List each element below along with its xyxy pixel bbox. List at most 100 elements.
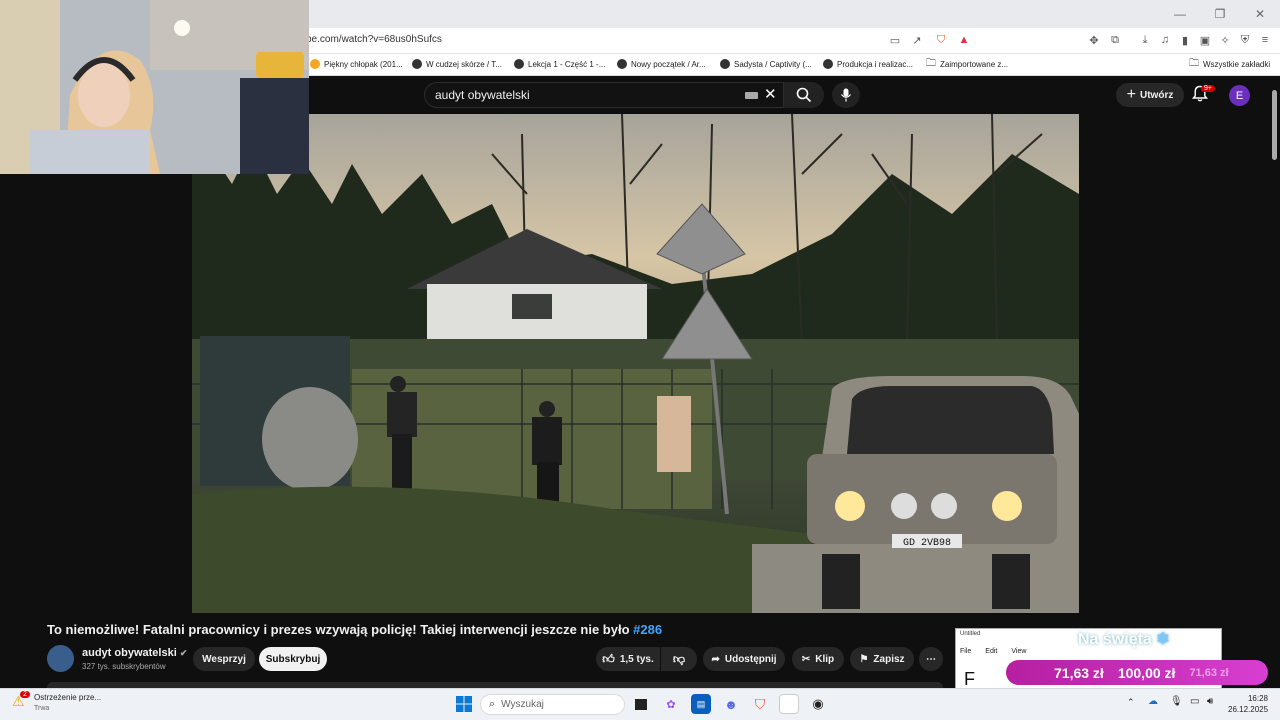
- search-button[interactable]: [784, 82, 824, 108]
- media-icon[interactable]: ♫: [1158, 33, 1172, 47]
- store-icon[interactable]: ▤: [691, 694, 711, 714]
- channel-avatar[interactable]: [47, 645, 74, 672]
- dislike-button[interactable]: 👎︎: [661, 647, 697, 671]
- bookmark-favicon-icon: [823, 59, 833, 69]
- bookmark-item[interactable]: Nowy początek / Ar...: [617, 57, 706, 71]
- microphone-icon: [841, 88, 851, 102]
- snowflake-icon: ❄: [1156, 631, 1170, 648]
- menu-file[interactable]: File: [960, 648, 971, 655]
- taskbar-search[interactable]: ⌕ Wyszukaj: [480, 694, 625, 715]
- minimize-button[interactable]: —: [1160, 0, 1200, 28]
- bookmark-favicon-icon: [617, 59, 627, 69]
- poster: [657, 396, 691, 472]
- share-button[interactable]: ➦ Udostępnij: [703, 647, 785, 671]
- subscribe-button[interactable]: Subskrybuj: [259, 647, 327, 671]
- download-icon[interactable]: ⤓: [1138, 33, 1152, 47]
- menu-icon[interactable]: ≡: [1258, 33, 1272, 47]
- network-icon[interactable]: ▭: [1190, 696, 1199, 707]
- video-player[interactable]: GD 2VB98: [192, 114, 1079, 613]
- leo-ai-icon[interactable]: ✧: [1218, 33, 1232, 47]
- license-plate-text: GD 2VB98: [903, 538, 951, 549]
- tray-chevron-icon[interactable]: ⌃: [1127, 697, 1135, 708]
- onedrive-icon[interactable]: ☁: [1148, 696, 1158, 707]
- cast-icon[interactable]: ▭: [888, 33, 902, 47]
- bookmark-favicon-icon: [514, 59, 524, 69]
- price-banner[interactable]: 71,63 zł 100,00 zł 71,63 zł: [1006, 660, 1268, 685]
- voice-search-button[interactable]: [832, 82, 860, 108]
- save-button[interactable]: ⚑ Zapisz: [850, 647, 914, 671]
- menu-edit[interactable]: Edit: [985, 648, 997, 655]
- channel-name[interactable]: audyt obywatelski ✔: [82, 647, 187, 659]
- webcam-overlay: [0, 0, 309, 174]
- popup-title: Untitled: [960, 631, 981, 637]
- maximize-button[interactable]: ❐: [1200, 0, 1240, 28]
- boulder: [262, 387, 358, 491]
- brave-rewards-icon[interactable]: ▲: [957, 33, 971, 47]
- support-button[interactable]: Wesprzyj: [193, 647, 255, 671]
- menu-view[interactable]: View: [1011, 648, 1026, 655]
- sidebar-icon[interactable]: ▮: [1178, 33, 1192, 47]
- verified-check-icon: ✔: [179, 648, 188, 658]
- search-icon: ⌕: [489, 698, 496, 710]
- bookmark-item[interactable]: Piękny chłopak (201...: [310, 57, 403, 71]
- hashtag-link[interactable]: #286: [633, 622, 662, 637]
- account-avatar[interactable]: E: [1229, 85, 1250, 106]
- like-button[interactable]: 👍︎ 1,5 tys.: [596, 647, 660, 671]
- more-actions-button[interactable]: ⋯: [919, 647, 943, 671]
- bookmark-icon: ⚑: [859, 653, 869, 665]
- price-new: 71,63 zł: [1054, 664, 1104, 681]
- share-arrow-icon: ➦: [711, 653, 720, 665]
- url-field[interactable]: be.com/watch?v=68us0hSufcs: [306, 34, 442, 45]
- price-ghost: 71,63 zł: [1189, 666, 1229, 679]
- plus-icon: +: [1126, 86, 1136, 103]
- mic-tray-icon[interactable]: 🎙︎: [1170, 696, 1183, 707]
- clip-button[interactable]: ✂ Klip: [792, 647, 844, 671]
- obs-icon[interactable]: ◉: [808, 694, 828, 714]
- vpn-icon[interactable]: ⛨: [1238, 33, 1252, 47]
- grass-slope: [192, 486, 812, 613]
- bookmark-item[interactable]: Sadysta / Captivity (...: [720, 57, 812, 71]
- copilot-icon[interactable]: ✿: [661, 694, 681, 714]
- clock-date[interactable]: 26.12.2025: [1228, 705, 1268, 714]
- popup-menu: File Edit View: [960, 648, 1026, 655]
- warning-count-badge: 2: [20, 691, 30, 698]
- clear-search-icon[interactable]: ✕: [764, 85, 777, 103]
- brave-browser-icon[interactable]: ⛉: [750, 694, 770, 714]
- page-scrollbar[interactable]: [1272, 90, 1277, 160]
- search-input[interactable]: audyt obywatelski: [424, 82, 784, 108]
- warning-subtitle: Trwa: [34, 705, 50, 712]
- promo-headline: Na święta ❄: [1078, 631, 1170, 648]
- volume-icon[interactable]: 🔊︎: [1207, 696, 1213, 707]
- house-window: [512, 294, 552, 319]
- warning-title[interactable]: Ostrzeżenie prze...: [34, 693, 101, 702]
- close-window-button[interactable]: ✕: [1240, 0, 1280, 28]
- all-bookmarks-folder[interactable]: 🗀 Wszystkie zakładki: [1189, 57, 1270, 71]
- clock-time[interactable]: 16:28: [1228, 694, 1268, 703]
- price-old: 100,00 zł: [1117, 664, 1176, 681]
- folder-icon: 🗀: [926, 57, 936, 69]
- bookmark-item[interactable]: Produkcja i realizac...: [823, 57, 913, 71]
- wallet-icon[interactable]: ▣: [1198, 33, 1212, 47]
- task-view-icon[interactable]: [631, 694, 651, 714]
- window-controls: — ❐ ✕: [1160, 0, 1280, 28]
- share-page-icon[interactable]: ↗: [910, 33, 924, 47]
- scissors-icon: ✂: [801, 653, 811, 665]
- create-button[interactable]: + Utwórz: [1116, 83, 1184, 107]
- windows-start-icon[interactable]: [454, 694, 474, 714]
- webcam-feed: [0, 0, 309, 174]
- notepad-icon[interactable]: [779, 694, 799, 714]
- thumbs-down-icon: 👎︎: [672, 651, 686, 666]
- bookmark-item[interactable]: Lekcja 1 - Część 1 -...: [514, 57, 605, 71]
- search-icon: [796, 87, 812, 103]
- bookmark-folder[interactable]: 🗀 Zaimportowane z...: [926, 57, 1008, 71]
- tab-search-icon[interactable]: ⧉: [1108, 33, 1122, 47]
- folder-icon: 🗀: [1189, 57, 1199, 69]
- notification-count-badge: 9+: [1201, 85, 1215, 92]
- video-frame: GD 2VB98: [192, 114, 1079, 613]
- discord-icon[interactable]: ☻: [721, 694, 741, 714]
- bookmark-item[interactable]: W cudzej skórze / T...: [412, 57, 502, 71]
- keyboard-icon[interactable]: [745, 92, 758, 99]
- extensions-icon[interactable]: ✥: [1087, 33, 1101, 47]
- thumbs-up-icon: 👍︎: [602, 651, 615, 666]
- brave-shield-icon[interactable]: ⛉: [934, 33, 948, 47]
